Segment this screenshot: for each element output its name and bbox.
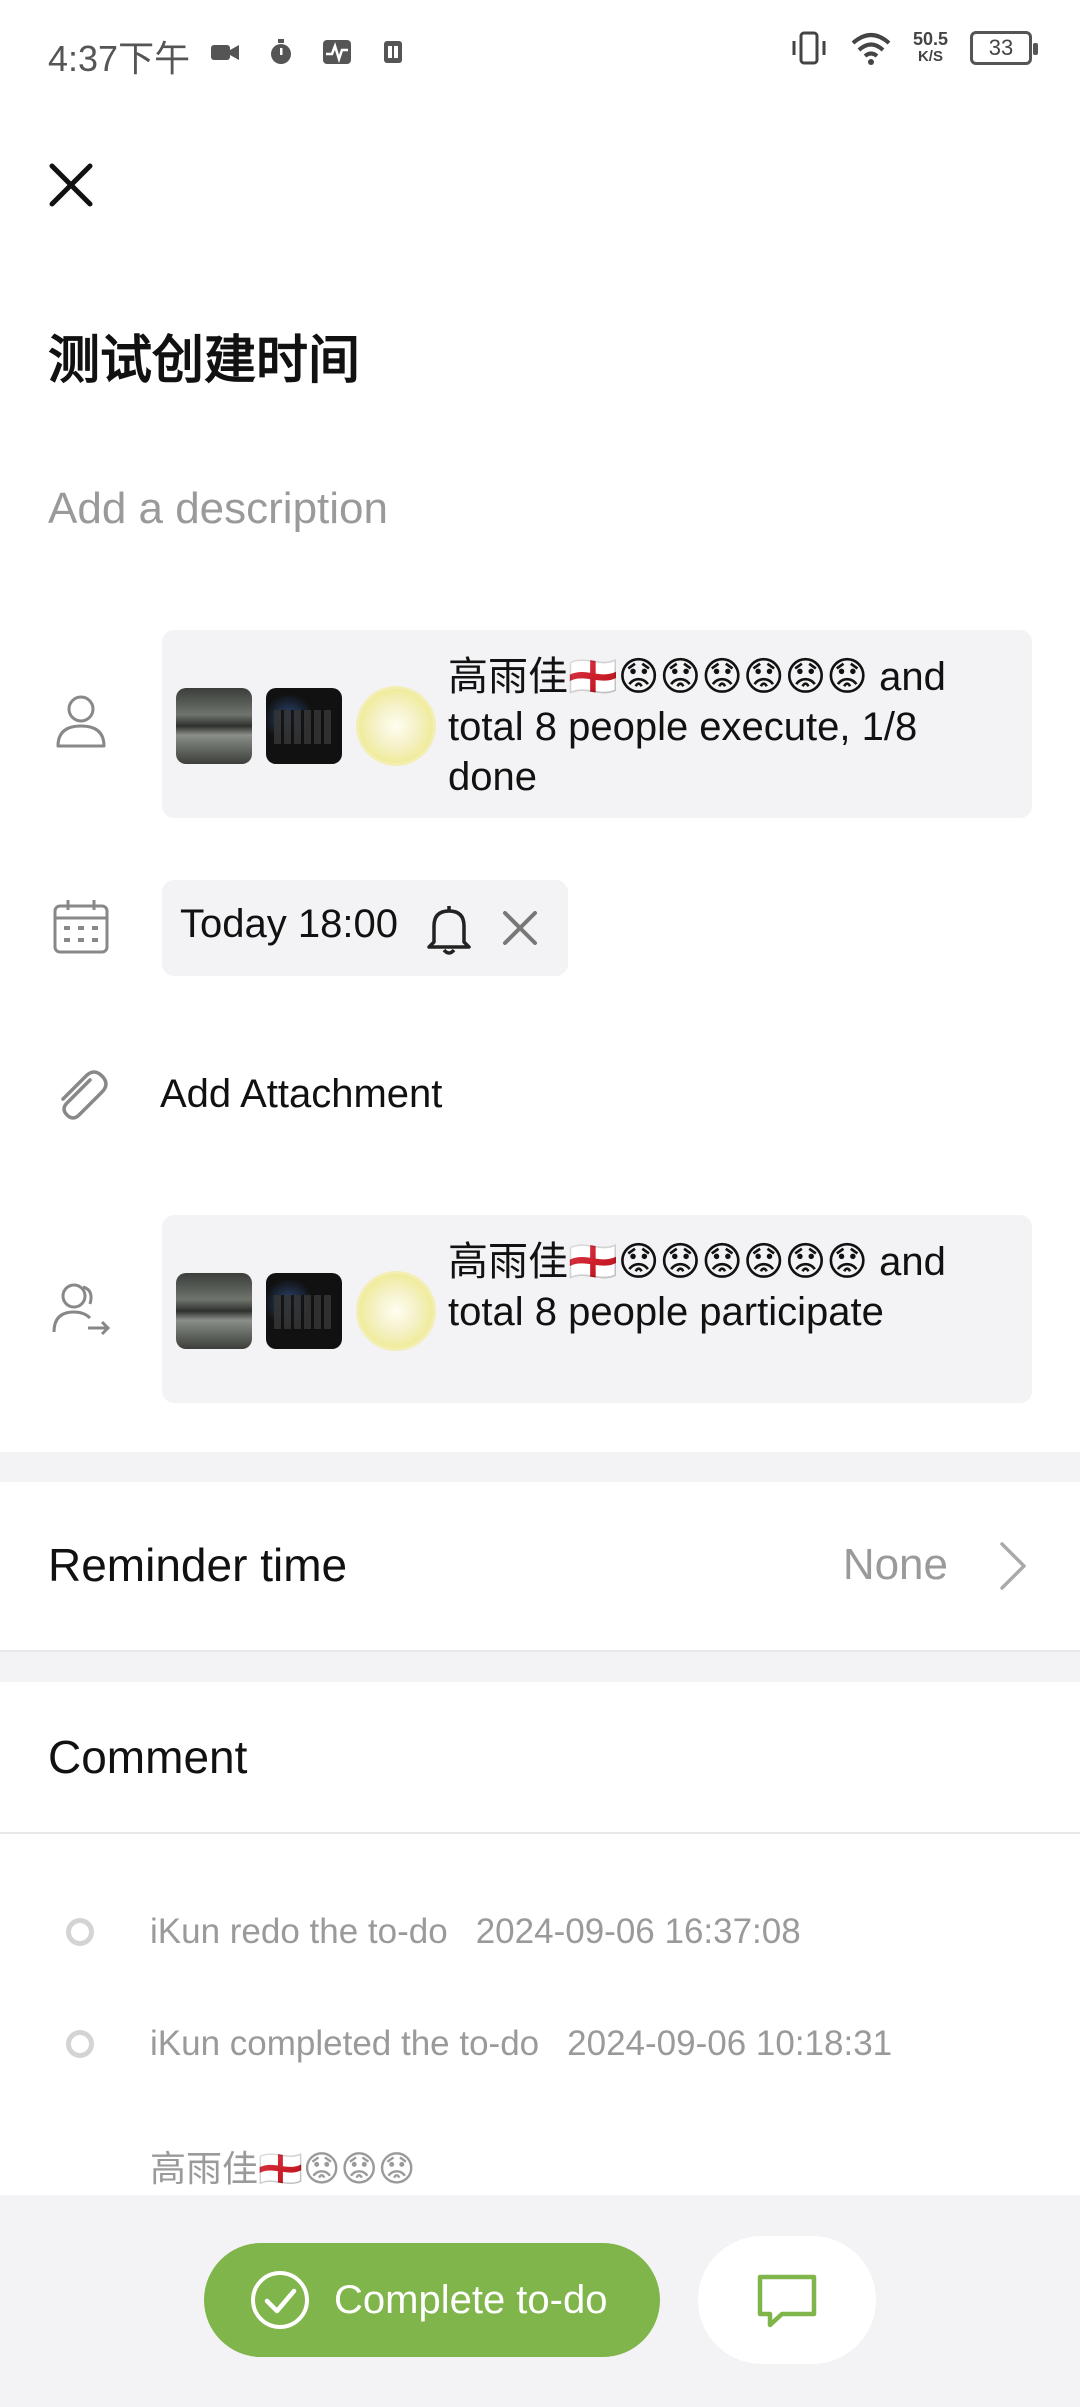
executors-chip[interactable]: 高雨佳🏴󠁧󠁢󠁥󠁮󠁧󠁿😟😟😟😟😟😟 and total 8 people exec…	[162, 630, 1032, 818]
network-speed-value: 50.5	[912, 29, 948, 49]
description-input[interactable]: Add a description	[48, 484, 388, 534]
timeline-dot	[66, 1918, 94, 1946]
person-icon	[56, 695, 106, 748]
status-bar: 4:37下午 50.5 K/S 33	[0, 0, 1080, 110]
paperclip-icon	[61, 1070, 108, 1120]
complete-todo-label: Complete to-do	[334, 2277, 608, 2322]
add-attachment-button[interactable]: Add Attachment	[160, 1072, 442, 1117]
check-circle-icon	[251, 2271, 309, 2329]
status-right-icons: 50.5 K/S 33	[789, 30, 1038, 66]
log-time: 2024-09-06 16:37:08	[475, 1912, 801, 1951]
network-speed: 50.5 K/S	[913, 30, 948, 66]
participants-summary: 高雨佳🏴󠁧󠁢󠁥󠁮󠁧󠁿😟😟😟😟😟😟 and total 8 people part…	[448, 1240, 946, 1334]
log-time: 2024-09-06 10:18:31	[567, 2024, 893, 2063]
reminder-label: Reminder time	[48, 1539, 348, 1591]
activity-log-item: iKun redo the to-do 2024-09-06 16:37:08	[66, 1912, 801, 1952]
add-comment-button[interactable]	[698, 2236, 876, 2364]
reminder-value: None	[842, 1540, 948, 1589]
vibrate-icon	[792, 31, 826, 65]
status-time: 4:37下午	[48, 38, 191, 79]
network-speed-unit: K/S	[917, 48, 943, 65]
bell-icon[interactable]	[424, 902, 474, 956]
avatar	[356, 1271, 436, 1351]
avatar	[266, 688, 342, 764]
log-text: iKun completed the to-do	[150, 2024, 540, 2063]
avatar	[176, 688, 252, 764]
avatar	[266, 1273, 342, 1349]
task-title[interactable]: 测试创建时间	[48, 318, 360, 393]
section-divider	[0, 1452, 1080, 1482]
wifi-icon	[851, 33, 891, 65]
participants-chip[interactable]: 高雨佳🏴󠁧󠁢󠁥󠁮󠁧󠁿😟😟😟😟😟😟 and total 8 people part…	[162, 1215, 1032, 1403]
comment-icon	[757, 2274, 817, 2328]
close-icon[interactable]	[46, 160, 96, 210]
chevron-right-icon	[1000, 1542, 1026, 1590]
video-camera-icon	[211, 45, 239, 60]
clear-date-icon[interactable]	[500, 908, 540, 948]
complete-todo-button[interactable]: Complete to-do	[204, 2243, 660, 2357]
battery-indicator: 33	[970, 31, 1038, 65]
timeline-dot	[66, 2030, 94, 2058]
activity-icon	[323, 40, 351, 64]
calendar-icon	[53, 900, 109, 954]
log-text: iKun redo the to-do	[150, 1912, 448, 1951]
due-date-label: Today 18:00	[180, 902, 398, 946]
status-left-icons	[210, 38, 408, 66]
avatar	[356, 686, 436, 766]
avatar	[176, 1273, 252, 1349]
executors-summary: 高雨佳🏴󠁧󠁢󠁥󠁮󠁧󠁿😟😟😟😟😟😟 and total 8 people exec…	[448, 655, 946, 799]
reminder-row[interactable]: Reminder time None	[0, 1482, 1080, 1652]
stopwatch-icon	[271, 39, 291, 64]
participants-icon	[52, 1283, 111, 1336]
due-date-chip[interactable]: Today 18:00	[162, 880, 568, 976]
comment-entry-partial: 高雨佳🏴󠁧󠁢󠁥󠁮󠁧󠁿😟😟😟	[150, 2148, 416, 2189]
activity-log-item: iKun completed the to-do 2024-09-06 10:1…	[66, 2024, 892, 2064]
nfc-icon	[384, 41, 402, 63]
section-divider	[0, 1652, 1080, 1682]
divider	[0, 1832, 1080, 1834]
comment-section-title: Comment	[48, 1731, 248, 1783]
